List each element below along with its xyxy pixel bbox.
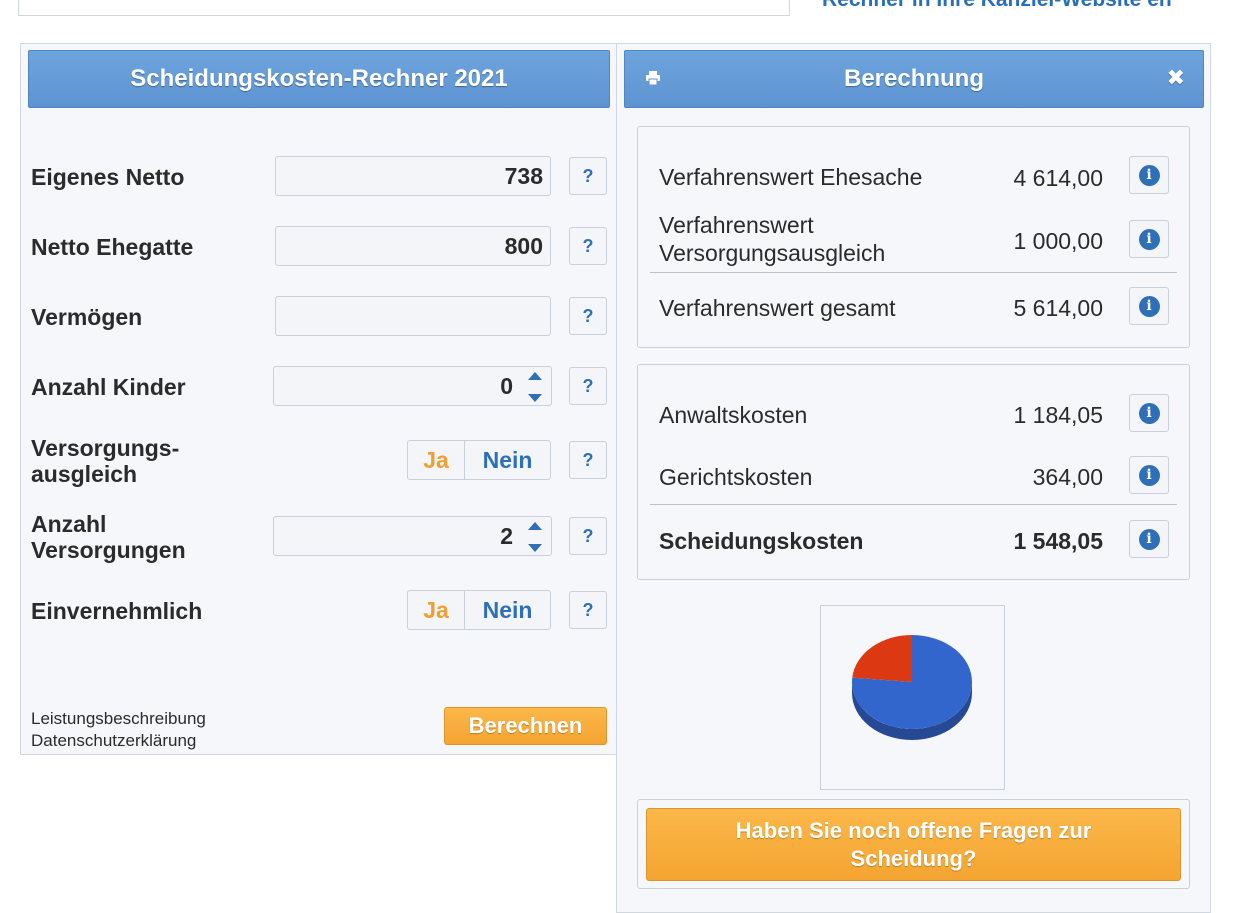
ehesache-label: Verfahrenswert Ehesache [659,164,923,190]
berechnen-button[interactable]: Berechnen [444,707,607,745]
top-input-box [18,0,790,16]
anzahl-versorgungen-value: 2 [500,522,513,549]
scheidungskosten-value: 1 548,05 [1013,528,1103,554]
increment-icon[interactable] [528,372,542,380]
versorgungsausgleich-nein-button[interactable]: Nein [465,440,551,480]
embed-calculator-link[interactable]: Rechner in Ihre Kanzlei-Website en [822,0,1172,12]
verfahrenswert-box: Verfahrenswert Ehesache 4 614,00 i Verfa… [637,126,1190,348]
gerichtskosten-info-button[interactable]: i [1129,456,1169,494]
result-header: Berechnung ✖ [624,50,1204,108]
anzahl-versorgungen-help-button[interactable]: ? [569,517,607,555]
einvernehmlich-ja-button[interactable]: Ja [407,590,465,630]
info-icon: i [1138,402,1160,424]
kosten-box: Anwaltskosten 1 184,05 i Gerichtskosten … [637,364,1190,580]
anzahl-versorgungen-label-line2: Versorgungen [31,537,186,563]
ehesache-value: 4 614,00 [1013,165,1103,191]
decrement-icon[interactable] [528,544,542,552]
anzahl-kinder-value: 0 [500,372,513,399]
pie-svg [852,635,972,740]
versorgungsausgleich-toggle: Ja Nein [407,440,551,480]
einvernehmlich-help-button[interactable]: ? [569,591,607,629]
versorgungsausgleich-ja-button[interactable]: Ja [407,440,465,480]
gesamt-label: Verfahrenswert gesamt [659,295,896,321]
anwaltskosten-value: 1 184,05 [1013,402,1103,428]
close-icon[interactable]: ✖ [1167,65,1185,91]
result-panel: Berechnung ✖ Verfahrenswert Ehesache 4 6… [616,43,1211,913]
info-icon: i [1138,228,1160,250]
calculator-title: Scheidungskosten-Rechner 2021 [28,50,610,108]
anzahl-versorgungen-stepper[interactable]: 2 [273,516,552,556]
ehesache-info-button[interactable]: i [1129,156,1169,194]
einvernehmlich-label: Einvernehmlich [31,598,203,624]
scheidungskosten-info-button[interactable]: i [1129,520,1169,558]
info-icon: i [1138,295,1160,317]
eigenes-netto-help-button[interactable]: ? [569,157,607,195]
versorgung-info-button[interactable]: i [1129,220,1169,258]
vermoegen-label: Vermögen [31,304,143,330]
anzahl-kinder-label: Anzahl Kinder [31,374,186,400]
calculator-panel: Scheidungskosten-Rechner 2021 Eigenes Ne… [20,43,617,755]
gesamt-info-button[interactable]: i [1129,287,1169,325]
scheidungskosten-label: Scheidungskosten [659,528,864,554]
netto-ehegatte-label: Netto Ehegatte [31,234,194,260]
pie-slice-1 [852,635,912,682]
versorgungsausgleich-label-line2: ausgleich [31,461,138,487]
divider [650,272,1177,273]
open-questions-button[interactable]: Haben Sie noch offene Fragen zur Scheidu… [646,808,1181,881]
info-icon: i [1138,528,1160,550]
anwaltskosten-label: Anwaltskosten [659,402,808,428]
vermoegen-input[interactable] [275,296,551,336]
eigenes-netto-label: Eigenes Netto [31,164,185,190]
anzahl-kinder-spinner[interactable] [525,372,545,402]
versorgungsausgleich-label: Versorgungs- ausgleich [31,435,179,487]
leistungsbeschreibung-link[interactable]: Leistungsbeschreibung [31,708,206,730]
anzahl-versorgungen-label-line1: Anzahl [31,511,107,537]
versorgungsausgleich-help-button[interactable]: ? [569,441,607,479]
increment-icon[interactable] [528,522,542,530]
divider [650,504,1177,505]
einvernehmlich-toggle: Ja Nein [407,590,551,630]
info-icon: i [1138,464,1160,486]
cta-container: Haben Sie noch offene Fragen zur Scheidu… [637,799,1190,889]
versorgung-label: Verfahrenswert Versorgungsausgleich [659,211,885,267]
anzahl-kinder-help-button[interactable]: ? [569,367,607,405]
decrement-icon[interactable] [528,394,542,402]
anzahl-versorgungen-spinner[interactable] [525,522,545,552]
info-icon: i [1138,164,1160,186]
netto-ehegatte-input[interactable]: 800 [275,226,551,266]
einvernehmlich-nein-button[interactable]: Nein [465,590,551,630]
versorgungsausgleich-label-line1: Versorgungs- [31,435,180,461]
netto-ehegatte-help-button[interactable]: ? [569,227,607,265]
anzahl-kinder-stepper[interactable]: 0 [273,366,552,406]
gerichtskosten-value: 364,00 [1032,464,1103,490]
footer-links: Leistungsbeschreibung Datenschutzerkläru… [31,708,206,752]
print-icon[interactable] [645,70,661,90]
gesamt-value: 5 614,00 [1013,295,1103,321]
datenschutz-link[interactable]: Datenschutzerklärung [31,730,206,752]
cost-pie-chart [820,605,1005,790]
vermoegen-help-button[interactable]: ? [569,297,607,335]
anzahl-versorgungen-label: Anzahl Versorgungen [31,511,186,563]
anwaltskosten-info-button[interactable]: i [1129,394,1169,432]
versorgung-label-line2: Versorgungsausgleich [659,240,886,266]
gerichtskosten-label: Gerichtskosten [659,464,813,490]
versorgung-value: 1 000,00 [1013,228,1103,254]
versorgung-label-line1: Verfahrenswert [659,212,814,238]
eigenes-netto-input[interactable]: 738 [275,156,551,196]
result-title: Berechnung [843,65,984,92]
